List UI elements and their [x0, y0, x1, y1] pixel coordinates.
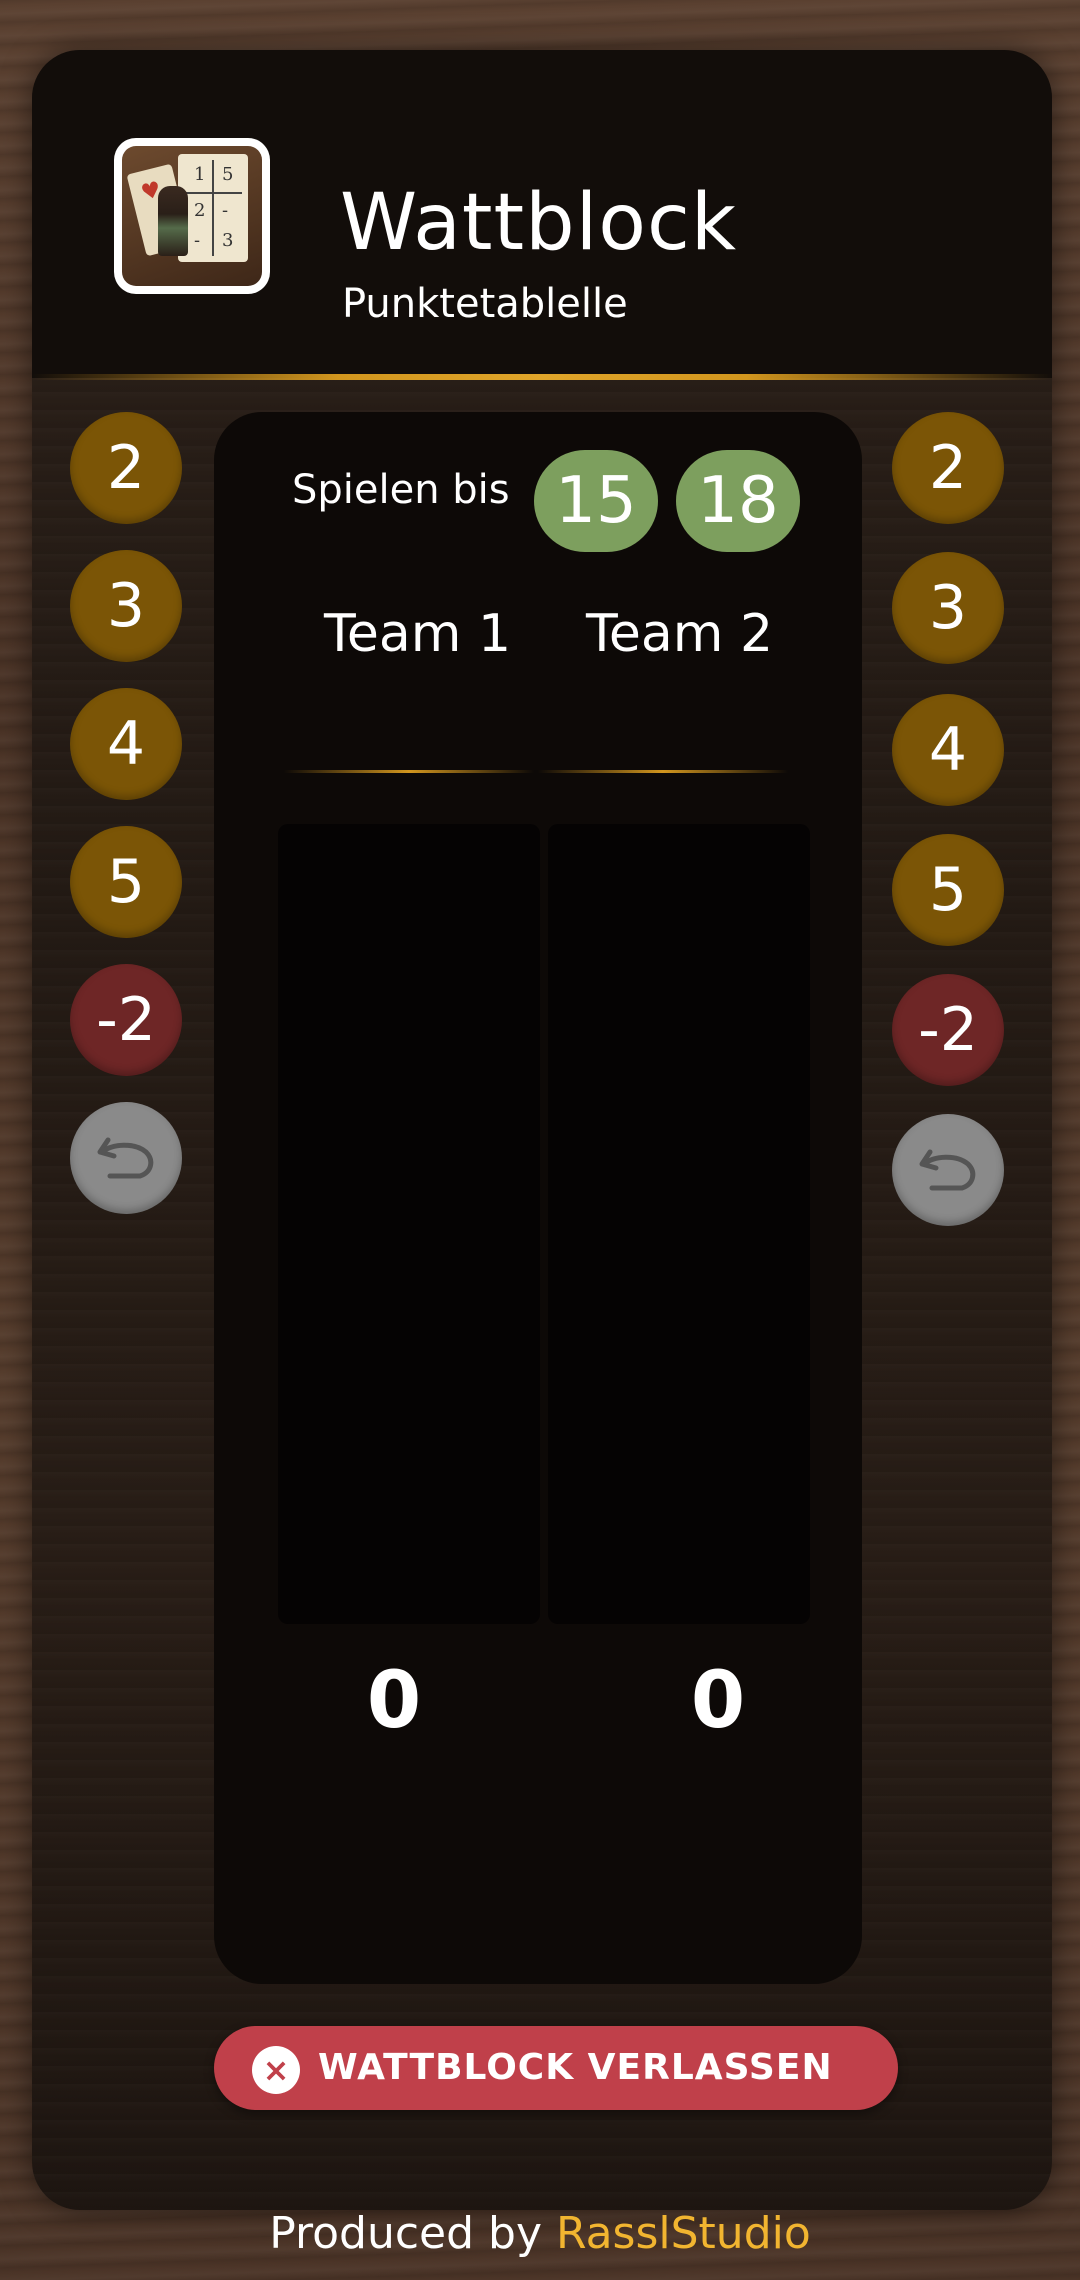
team1-divider — [284, 770, 534, 773]
team2-add-3-button[interactable]: 3 — [892, 552, 1004, 664]
undo-icon — [97, 1137, 154, 1179]
leave-button-label: WATTBLOCK VERLASSEN — [318, 2047, 833, 2088]
team1-minus-2-button[interactable]: -2 — [70, 964, 182, 1076]
target-18-button[interactable]: 18 — [676, 450, 800, 552]
team1-add-2-button[interactable]: 2 — [70, 412, 182, 524]
team1-add-4-button[interactable]: 4 — [70, 688, 182, 800]
team2-name: Team 2 — [586, 604, 774, 664]
logo-digit: - — [194, 230, 201, 251]
team2-undo-button[interactable] — [892, 1114, 1004, 1226]
footer-prefix: Produced by — [269, 2208, 542, 2259]
logo-figure — [158, 186, 188, 256]
team2-divider — [538, 770, 788, 773]
app-title: Wattblock — [340, 178, 738, 268]
team1-total: 0 — [366, 1656, 422, 1746]
team1-undo-button[interactable] — [70, 1102, 182, 1214]
target-15-button[interactable]: 15 — [534, 450, 658, 552]
team1-score-list — [278, 824, 540, 1624]
app-subtitle: Punktetablelle — [342, 281, 628, 327]
team2-add-4-button[interactable]: 4 — [892, 694, 1004, 806]
footer-credit: Produced by RasslStudio — [0, 2212, 1080, 2256]
app-panel: ♥ 1 5 2 - - 3 Wattblock Punktetablelle 2 — [32, 50, 1052, 2210]
header-divider — [32, 374, 1052, 380]
logo-digit: - — [222, 200, 229, 221]
scoreboard: Spielen bis 15 18 Team 1 Team 2 0 0 — [214, 412, 862, 1984]
team1-name: Team 1 — [324, 604, 512, 664]
play-to-label: Spielen bis — [292, 467, 510, 513]
undo-icon — [919, 1149, 976, 1191]
logo-digit: 3 — [222, 230, 234, 251]
logo-artwork: ♥ 1 5 2 - - 3 — [122, 146, 262, 286]
team2-total: 0 — [690, 1656, 746, 1746]
app-logo: ♥ 1 5 2 - - 3 — [114, 138, 270, 294]
logo-digit: 1 — [194, 164, 206, 185]
team1-add-5-button[interactable]: 5 — [70, 826, 182, 938]
team1-add-3-button[interactable]: 3 — [70, 550, 182, 662]
leave-wattblock-button[interactable]: × WATTBLOCK VERLASSEN — [214, 2026, 898, 2110]
footer-brand-link[interactable]: RasslStudio — [556, 2208, 811, 2259]
team2-add-5-button[interactable]: 5 — [892, 834, 1004, 946]
team2-minus-2-button[interactable]: -2 — [892, 974, 1004, 1086]
team2-add-2-button[interactable]: 2 — [892, 412, 1004, 524]
logo-digit: 5 — [222, 164, 234, 185]
logo-digit: 2 — [194, 200, 206, 221]
close-icon: × — [252, 2046, 300, 2094]
logo-card-right: 1 5 2 - - 3 — [178, 154, 248, 262]
header: ♥ 1 5 2 - - 3 Wattblock Punktetablelle — [32, 50, 1052, 378]
team2-score-list — [548, 824, 810, 1624]
